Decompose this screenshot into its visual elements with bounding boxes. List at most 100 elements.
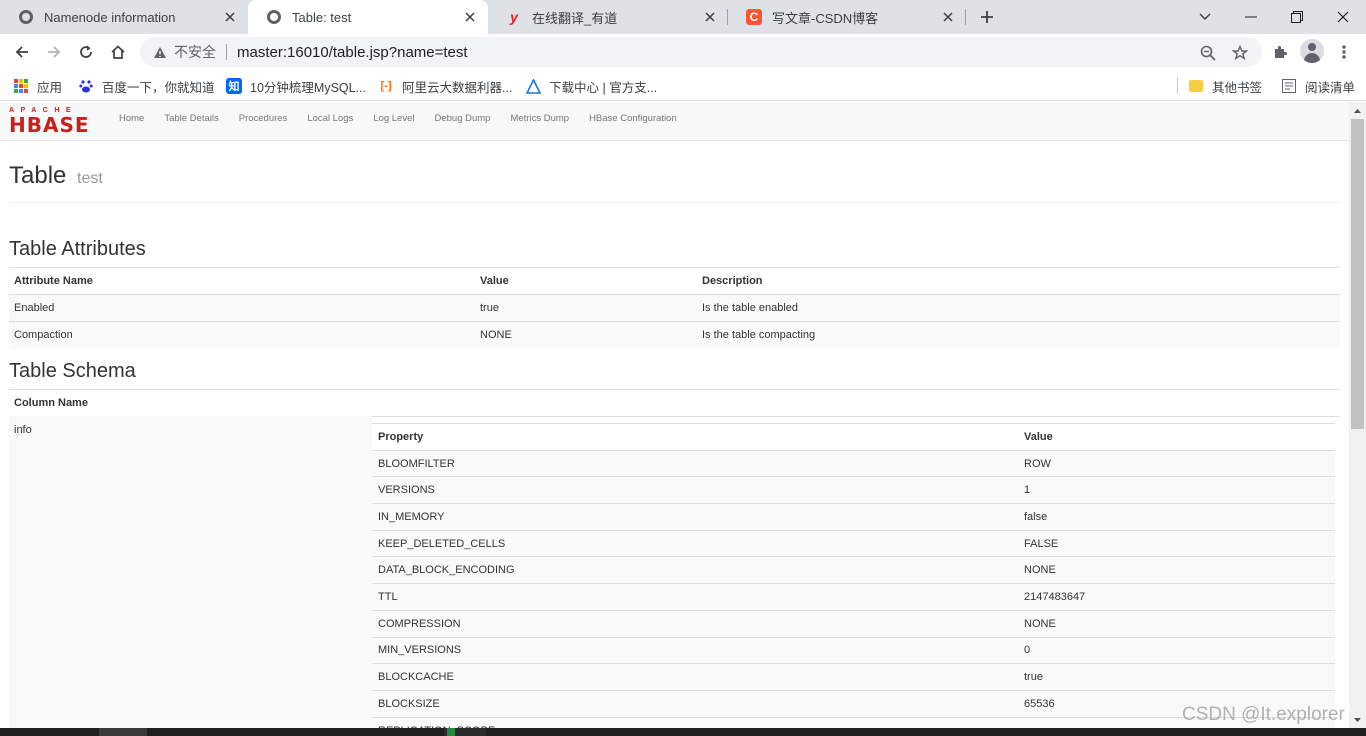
- nav-hbase-configuration[interactable]: HBase Configuration: [589, 113, 677, 124]
- globe-icon: [266, 9, 282, 25]
- column-header: Value: [475, 267, 697, 295]
- download-icon: [525, 78, 541, 94]
- table-cell: FALSE: [1018, 529, 1335, 557]
- url-text[interactable]: master:16010/table.jsp?name=test: [237, 44, 468, 61]
- table-cell: Is the table compacting: [697, 321, 1340, 349]
- address-bar[interactable]: 不安全 master:16010/table.jsp?name=test: [140, 37, 1262, 67]
- table-row: DATA_BLOCK_ENCODING NONE: [372, 556, 1335, 584]
- browser-tab-bar: Namenode information Table: test y 在线翻译_…: [0, 0, 1366, 34]
- profile-avatar[interactable]: [1300, 39, 1324, 63]
- family-properties-table: Property Value BLOOMFILTER ROW VERSIONS 1 …: [372, 423, 1335, 728]
- extensions-icon[interactable]: [1269, 41, 1291, 63]
- table-cell: NONE: [475, 321, 697, 349]
- tab-csdn[interactable]: C 写文章-CSDN博客: [728, 0, 966, 34]
- reading-list-icon: [1281, 78, 1297, 94]
- table-header-row: Property Value: [372, 423, 1335, 451]
- bookmark-zhihu[interactable]: 知 10分钟梳理MySQL...: [226, 76, 366, 96]
- table-row: Enabled true Is the table enabled: [9, 294, 1340, 322]
- bookmark-label: 应用: [37, 80, 63, 95]
- csdn-watermark: CSDN @It.explorer: [1182, 704, 1345, 725]
- plus-icon: [981, 11, 993, 23]
- new-tab-button[interactable]: [975, 5, 999, 29]
- close-icon[interactable]: [222, 9, 238, 25]
- close-icon[interactable]: [702, 9, 718, 25]
- tab-search-button[interactable]: [1182, 0, 1228, 34]
- page-subtitle: test: [77, 170, 103, 187]
- bookmark-other[interactable]: 其他书签: [1188, 76, 1262, 96]
- restore-button[interactable]: [1274, 0, 1320, 34]
- table-cell: 1: [1018, 476, 1335, 504]
- nav-metrics-dump[interactable]: Metrics Dump: [510, 113, 569, 124]
- tab-title: 在线翻译_有道: [532, 10, 618, 26]
- apps-icon: [13, 78, 29, 94]
- logo-hbase-text: HBASE: [9, 113, 90, 137]
- close-window-button[interactable]: [1320, 0, 1366, 34]
- restore-icon: [1291, 11, 1303, 23]
- forward-button[interactable]: [40, 38, 68, 66]
- globe-icon: [18, 9, 34, 25]
- hbase-logo[interactable]: APACHE HBASE: [9, 107, 101, 137]
- chevron-down-icon: [1199, 13, 1211, 20]
- table-row: KEEP_DELETED_CELLS FALSE: [372, 529, 1335, 557]
- table-cell: BLOOMFILTER: [372, 449, 1018, 477]
- table-cell: NONE: [1018, 556, 1335, 584]
- warning-icon[interactable]: [152, 46, 168, 59]
- menu-icon[interactable]: [1333, 41, 1355, 63]
- tab-table-test[interactable]: Table: test: [248, 0, 488, 34]
- table-row: VERSIONS 1: [372, 476, 1335, 504]
- table-cell: ROW: [1018, 449, 1335, 477]
- bookmark-label: 10分钟梳理MySQL...: [250, 80, 366, 95]
- zoom-icon[interactable]: [1199, 44, 1217, 62]
- column-family-name: info: [9, 416, 372, 728]
- page-title-text: Table: [9, 162, 67, 189]
- back-button[interactable]: [8, 38, 36, 66]
- column-header: Property: [372, 423, 1018, 451]
- bookmark-star-icon[interactable]: [1231, 44, 1249, 62]
- title-divider: [9, 202, 1340, 203]
- nav-log-level[interactable]: Log Level: [373, 113, 414, 124]
- table-cell: Enabled: [9, 294, 475, 322]
- nav-debug-dump[interactable]: Debug Dump: [434, 113, 490, 124]
- hbase-nav-links: Home Table Details Procedures Local Logs…: [119, 113, 697, 124]
- csdn-icon: C: [746, 9, 762, 25]
- column-header: Column Name: [9, 389, 1340, 417]
- reload-icon: [80, 45, 92, 58]
- table-header-row: Column Name: [9, 389, 1340, 417]
- scroll-thumb[interactable]: [1351, 119, 1364, 429]
- tab-separator: [965, 9, 966, 25]
- bookmark-apps[interactable]: 应用: [13, 76, 62, 96]
- tab-namenode[interactable]: Namenode information: [0, 0, 248, 34]
- nav-home[interactable]: Home: [119, 113, 144, 124]
- nav-table-details[interactable]: Table Details: [164, 113, 218, 124]
- table-cell: MIN_VERSIONS: [372, 636, 1018, 664]
- folder-icon: [1188, 78, 1204, 94]
- column-header: Value: [1018, 423, 1335, 451]
- tab-youdao[interactable]: y 在线翻译_有道: [488, 0, 728, 34]
- bookmark-download[interactable]: 下载中心 | 官方支...: [525, 76, 657, 96]
- minimize-button[interactable]: [1228, 0, 1274, 34]
- close-icon: [1337, 11, 1349, 23]
- bookmark-aliyun[interactable]: [-] 阿里云大数据利器...: [378, 76, 513, 96]
- table-cell: Is the table enabled: [697, 294, 1340, 322]
- close-icon[interactable]: [462, 9, 478, 25]
- os-taskbar: [0, 728, 1366, 736]
- tab-title: Table: test: [292, 9, 352, 25]
- schema-table: Column Name: [9, 389, 1340, 417]
- bookmark-baidu[interactable]: 百度一下，你就知道: [78, 76, 215, 96]
- reload-button[interactable]: [72, 38, 100, 66]
- table-cell: COMPRESSION: [372, 609, 1018, 637]
- taskbar-item[interactable]: [99, 728, 147, 736]
- bookmark-label: 阿里云大数据利器...: [402, 80, 513, 95]
- table-row: BLOCKCACHE true: [372, 663, 1335, 691]
- home-button[interactable]: [104, 38, 132, 66]
- column-header: Attribute Name: [9, 267, 475, 295]
- nav-procedures[interactable]: Procedures: [239, 113, 288, 124]
- reading-list[interactable]: 阅读清单: [1281, 76, 1355, 96]
- scroll-up-arrow-icon[interactable]: [1349, 102, 1366, 119]
- nav-local-logs[interactable]: Local Logs: [307, 113, 353, 124]
- scroll-down-arrow-icon[interactable]: [1349, 711, 1366, 728]
- youdao-icon: y: [510, 9, 518, 25]
- security-label[interactable]: 不安全: [174, 42, 216, 62]
- close-icon[interactable]: [940, 9, 956, 25]
- page-scrollbar[interactable]: [1349, 102, 1366, 728]
